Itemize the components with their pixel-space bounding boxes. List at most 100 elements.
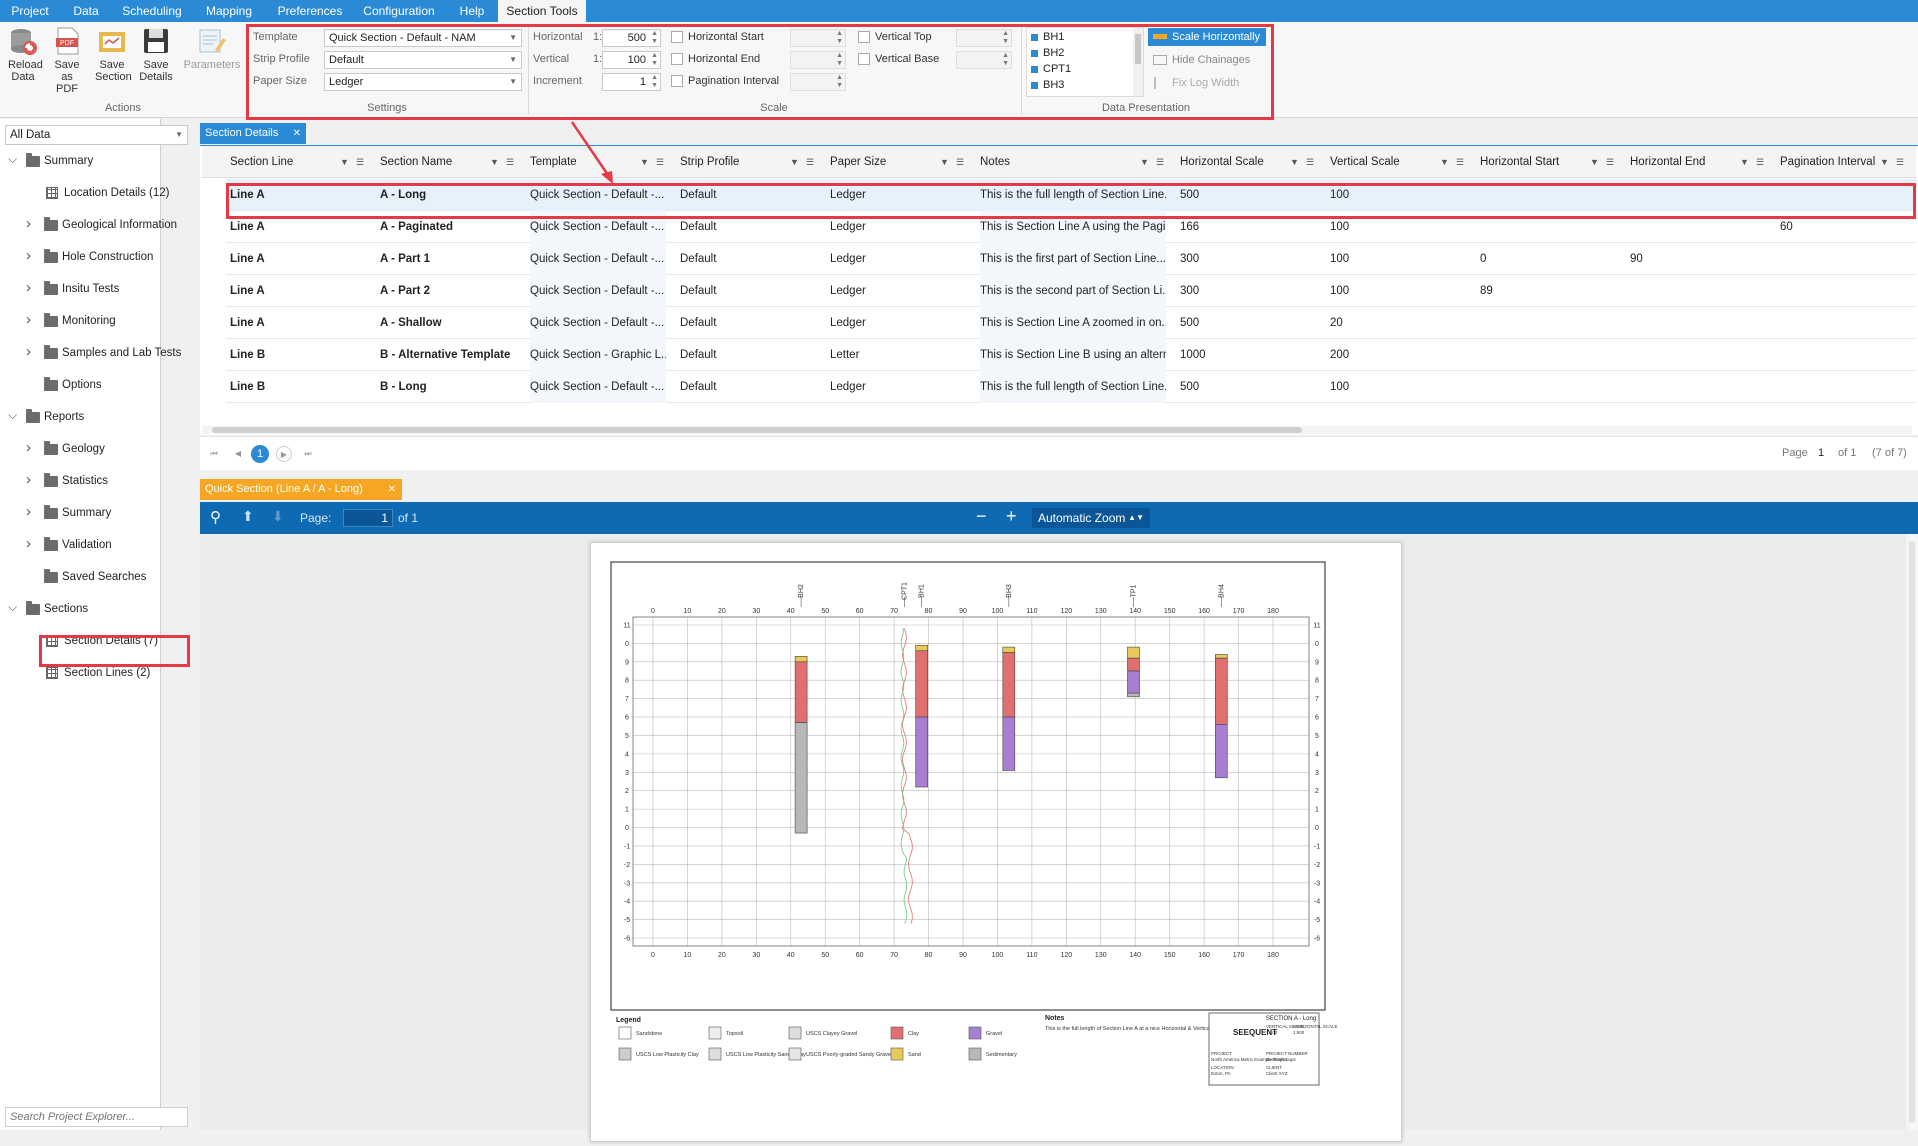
filter-icon[interactable]: ▼ — [1740, 157, 1749, 167]
filter-icon[interactable]: ▼ — [1140, 157, 1149, 167]
column-header[interactable]: Horizontal Start — [1480, 146, 1559, 178]
menu-project[interactable]: Project — [2, 0, 58, 22]
zoom-in-icon[interactable]: + — [1006, 506, 1017, 527]
filter-icon[interactable]: ▼ — [1290, 157, 1299, 167]
tree-item[interactable]: › Geological Information — [0, 215, 188, 235]
paper-size-select[interactable]: Ledger ▼ — [324, 73, 522, 91]
table-cell[interactable]: Line B — [230, 371, 366, 403]
table-cell[interactable] — [1480, 179, 1616, 211]
column-header[interactable]: Horizontal Scale — [1180, 146, 1264, 178]
table-cell[interactable]: A - Part 1 — [380, 243, 516, 275]
column-menu-icon[interactable]: ☰ — [356, 157, 364, 168]
hole-list-item[interactable]: CPT1 — [1031, 62, 1071, 77]
column-menu-icon[interactable]: ☰ — [506, 157, 514, 168]
table-cell[interactable]: 90 — [1630, 243, 1766, 275]
table-cell[interactable] — [1780, 275, 1906, 307]
chevron-right-icon[interactable]: › — [26, 278, 31, 298]
filter-icon[interactable]: ▼ — [1590, 157, 1599, 167]
chevron-right-icon[interactable]: › — [26, 534, 31, 554]
table-cell[interactable] — [1780, 371, 1906, 403]
table-cell[interactable] — [1630, 179, 1766, 211]
last-page-icon[interactable]: ⏭ — [300, 446, 316, 462]
table-cell[interactable]: 166 — [1180, 211, 1316, 243]
table-cell[interactable] — [1780, 179, 1906, 211]
search-icon[interactable]: ⚲ — [210, 508, 221, 526]
fix-log-width-button[interactable]: Fix Log Width — [1148, 74, 1266, 92]
horizontal-end-input[interactable]: ▲ ▼ — [790, 51, 846, 69]
table-cell[interactable]: Default — [680, 307, 816, 339]
horizontal-scrollbar[interactable] — [202, 426, 1912, 434]
table-cell[interactable]: Default — [680, 179, 816, 211]
filter-icon[interactable]: ▼ — [940, 157, 949, 167]
table-cell[interactable]: Ledger — [830, 275, 966, 307]
table-cell[interactable]: Default — [680, 339, 816, 371]
zoom-select[interactable]: Automatic Zoom ▲▼ — [1032, 508, 1150, 528]
pagination-interval-input[interactable]: ▲ ▼ — [790, 73, 846, 91]
close-icon[interactable]: ✕ — [293, 123, 301, 144]
pagination-interval-checkbox[interactable] — [671, 75, 683, 87]
save-section-button[interactable]: Save Section — [92, 26, 132, 83]
table-cell[interactable]: 1000 — [1180, 339, 1316, 371]
menu-configuration[interactable]: Configuration — [356, 0, 442, 22]
table-cell[interactable]: 89 — [1480, 275, 1616, 307]
table-cell[interactable]: 20 — [1330, 307, 1466, 339]
tree-item[interactable]: › Geology — [0, 439, 188, 459]
filter-icon[interactable]: ▼ — [1440, 157, 1449, 167]
table-cell[interactable] — [1480, 307, 1616, 339]
table-cell[interactable]: This is Section Line A zoomed in on... — [980, 307, 1166, 339]
chevron-down-icon[interactable]: ⌵ — [8, 149, 17, 169]
tree-item[interactable]: ⌵ Summary — [0, 151, 188, 171]
tab-quick-section[interactable]: Quick Section (Line A / A - Long) ✕ — [200, 479, 402, 500]
strip-profile-select[interactable]: Default ▼ — [324, 51, 522, 69]
hole-list-scrollbar[interactable] — [1133, 28, 1143, 96]
filter-icon[interactable]: ▼ — [1880, 157, 1889, 167]
table-cell[interactable]: This is the first part of Section Line..… — [980, 243, 1166, 275]
menu-help[interactable]: Help — [452, 0, 492, 22]
column-header[interactable]: Vertical Scale — [1330, 146, 1400, 178]
table-cell[interactable]: Quick Section - Default -... — [530, 371, 666, 403]
chevron-right-icon[interactable]: › — [26, 246, 31, 266]
vertical-base-input[interactable]: ▲ ▼ — [956, 51, 1012, 69]
table-cell[interactable]: 0 — [1480, 243, 1616, 275]
tree-item[interactable]: › Insitu Tests — [0, 279, 188, 299]
column-header[interactable]: Strip Profile — [680, 146, 739, 178]
table-cell[interactable]: Quick Section - Graphic L... — [530, 339, 666, 371]
column-menu-icon[interactable]: ☰ — [1756, 157, 1764, 168]
table-row[interactable]: Line AA - Long Quick Section - Default -.… — [226, 179, 1916, 211]
close-icon[interactable]: ✕ — [388, 479, 396, 500]
table-cell[interactable]: 200 — [1330, 339, 1466, 371]
table-cell[interactable] — [1480, 371, 1616, 403]
table-cell[interactable]: Ledger — [830, 307, 966, 339]
table-cell[interactable]: Quick Section - Default -... — [530, 243, 666, 275]
hide-chainages-button[interactable]: Hide Chainages — [1148, 51, 1266, 69]
menu-section-tools[interactable]: Section Tools — [498, 0, 586, 22]
hole-list-item[interactable]: BH1 — [1031, 30, 1064, 45]
table-cell[interactable]: 500 — [1180, 371, 1316, 403]
menu-mapping[interactable]: Mapping — [196, 0, 262, 22]
menu-scheduling[interactable]: Scheduling — [116, 0, 188, 22]
table-cell[interactable] — [1630, 307, 1766, 339]
horizontal-scale-input[interactable]: 500 ▲ ▼ — [602, 29, 661, 47]
tree-item[interactable]: ⌵ Reports — [0, 407, 188, 427]
table-cell[interactable] — [1780, 307, 1906, 339]
table-cell[interactable] — [1480, 339, 1616, 371]
viewer-scrollbar[interactable] — [1906, 534, 1918, 1130]
table-row[interactable]: Line A A - Part 2 Quick Section - Default … — [226, 275, 1916, 307]
column-header[interactable]: Section Name — [380, 146, 452, 178]
tree-item[interactable]: Section Lines (2) — [0, 663, 188, 683]
hole-list-item[interactable]: BH3 — [1031, 78, 1064, 93]
table-cell[interactable]: Line A — [230, 179, 366, 211]
column-menu-icon[interactable]: ☰ — [956, 157, 964, 168]
menu-preferences[interactable]: Preferences — [270, 0, 350, 22]
chevron-right-icon[interactable]: › — [26, 502, 31, 522]
vertical-top-input[interactable]: ▲ ▼ — [956, 29, 1012, 47]
table-cell[interactable] — [1630, 275, 1766, 307]
table-cell[interactable]: Ledger — [830, 179, 966, 211]
table-cell[interactable]: Line A — [230, 307, 366, 339]
template-select[interactable]: Quick Section - Default - NAM ▼ — [324, 29, 522, 47]
chevron-right-icon[interactable]: › — [26, 214, 31, 234]
horizontal-start-checkbox[interactable] — [671, 31, 683, 43]
table-cell[interactable]: This is the second part of Section Li... — [980, 275, 1166, 307]
column-header[interactable]: Section Line — [230, 146, 293, 178]
vertical-base-checkbox[interactable] — [858, 53, 870, 65]
